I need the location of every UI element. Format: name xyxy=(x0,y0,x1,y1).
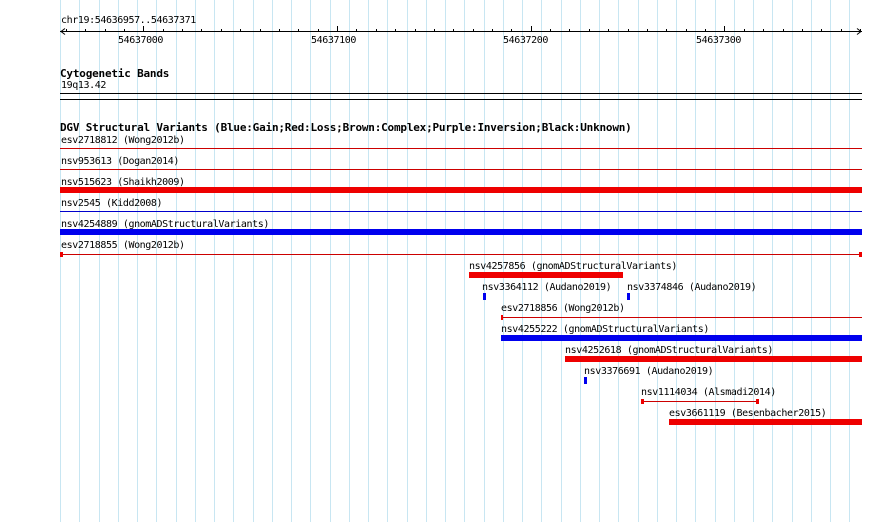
sv-label-esv2718856[interactable]: esv2718856 (Wong2012b) xyxy=(501,303,625,314)
ruler-tick-label: 54637300 xyxy=(696,35,741,46)
sv-feature-nsv1114034-cap-start[interactable] xyxy=(641,399,644,404)
sv-label-nsv515623[interactable]: nsv515623 (Shaikh2009) xyxy=(61,177,185,188)
ruler-tick-label: 54637100 xyxy=(311,35,356,46)
sv-label-esv2718812[interactable]: esv2718812 (Wong2012b) xyxy=(61,135,185,146)
sv-label-nsv4257856[interactable]: nsv4257856 (gnomADStructuralVariants) xyxy=(469,261,677,272)
sv-label-nsv4254889[interactable]: nsv4254889 (gnomADStructuralVariants) xyxy=(61,219,269,230)
sv-feature-esv2718855-cap-start[interactable] xyxy=(60,252,63,257)
sv-feature-nsv1114034-cap-end[interactable] xyxy=(756,399,759,404)
sv-label-nsv4252618[interactable]: nsv4252618 (gnomADStructuralVariants) xyxy=(565,345,773,356)
dgv-track-title: DGV Structural Variants (Blue:Gain;Red:L… xyxy=(60,121,632,134)
sv-feature-esv2718856-cap[interactable] xyxy=(501,315,503,320)
sv-label-nsv3374846[interactable]: nsv3374846 (Audano2019) xyxy=(627,282,757,293)
sv-feature-nsv3374846[interactable] xyxy=(627,293,630,300)
sv-label-nsv1114034[interactable]: nsv1114034 (Alsmadi2014) xyxy=(641,387,776,398)
sv-feature-nsv4252618[interactable] xyxy=(565,356,862,362)
sv-label-nsv4255222[interactable]: nsv4255222 (gnomADStructuralVariants) xyxy=(501,324,709,335)
sv-label-esv3661119[interactable]: esv3661119 (Besenbacher2015) xyxy=(669,408,827,419)
ruler-tick-label: 54637000 xyxy=(118,35,163,46)
ruler-tick-label: 54637200 xyxy=(503,35,548,46)
cytoband-track-title: Cytogenetic Bands xyxy=(60,67,170,80)
sv-label-nsv3364112[interactable]: nsv3364112 (Audano2019) xyxy=(482,282,612,293)
sv-feature-nsv3376691[interactable] xyxy=(584,377,587,384)
sv-feature-esv3661119[interactable] xyxy=(669,419,862,425)
sv-feature-nsv4255222[interactable] xyxy=(501,335,862,341)
sv-label-esv2718855[interactable]: esv2718855 (Wong2012b) xyxy=(61,240,185,251)
genome-browser-view: chr19:54636957..54637371 54637000 546371… xyxy=(0,0,890,522)
sv-label-nsv953613[interactable]: nsv953613 (Dogan2014) xyxy=(61,156,179,167)
sv-feature-nsv4257856[interactable] xyxy=(469,272,623,278)
sv-label-nsv2545[interactable]: nsv2545 (Kidd2008) xyxy=(61,198,163,209)
sv-feature-nsv3364112[interactable] xyxy=(483,293,486,300)
sv-feature-esv2718855-cap-end[interactable] xyxy=(859,252,862,257)
sv-label-nsv3376691[interactable]: nsv3376691 (Audano2019) xyxy=(584,366,714,377)
cytoband-label[interactable]: 19q13.42 xyxy=(61,80,106,91)
